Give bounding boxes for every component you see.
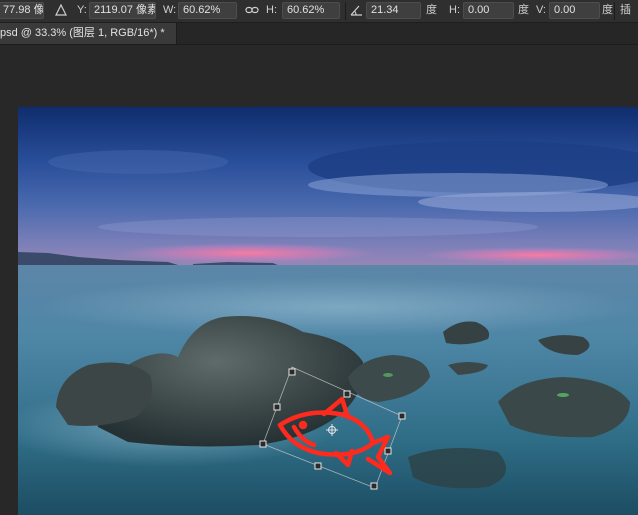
height-field[interactable]: 60.62% (282, 2, 340, 19)
reference-point-triangle-icon[interactable] (55, 4, 67, 16)
skew-v-field[interactable]: 0.00 (549, 2, 600, 19)
skew-h-unit: 度 (518, 4, 529, 16)
skew-h-value: 0.00 (468, 4, 490, 16)
width-label: W: (163, 4, 177, 16)
transform-handle[interactable] (259, 440, 267, 448)
transform-handle[interactable] (370, 482, 378, 490)
chain-link-icon[interactable] (245, 5, 259, 15)
width-value: 60.62% (183, 4, 221, 16)
height-label: H: (266, 4, 277, 16)
y-position-field[interactable]: 2119.07 像素 (89, 2, 156, 19)
x-position-value: 77.98 像素 (3, 4, 44, 16)
angle-unit: 度 (426, 4, 437, 16)
skew-v-value: 0.00 (554, 4, 576, 16)
separator (345, 2, 346, 20)
interpolation-label[interactable]: 插 (620, 3, 631, 18)
separator (614, 2, 615, 20)
transform-handle[interactable] (343, 390, 351, 398)
document-tab[interactable]: psd @ 33.3% (图层 1, RGB/16*) * (0, 23, 177, 44)
options-bar: 77.98 像素 Y: 2119.07 像素 W: 60.62% H: 60.6… (0, 0, 638, 23)
skew-v-label: V: (536, 4, 546, 16)
transform-handle[interactable] (314, 462, 322, 470)
skew-h-label: H: (449, 4, 460, 16)
transform-handle[interactable] (273, 403, 281, 411)
canvas-image[interactable] (18, 107, 638, 515)
rotate-angle-field[interactable]: 21.34 (366, 2, 421, 19)
skew-v-unit: 度 (602, 4, 613, 16)
y-position-value: 2119.07 像素 (94, 4, 156, 16)
y-label: Y: (77, 4, 87, 16)
sunset-glow (118, 243, 378, 263)
transform-handle[interactable] (398, 412, 406, 420)
skew-h-field[interactable]: 0.00 (463, 2, 514, 19)
transform-handle[interactable] (384, 447, 392, 455)
height-value: 60.62% (287, 4, 325, 16)
transform-handle[interactable] (288, 368, 296, 376)
x-position-field[interactable]: 77.98 像素 (0, 2, 44, 19)
rotate-angle-icon[interactable] (350, 4, 363, 16)
document-tab-title: psd @ 33.3% (图层 1, RGB/16*) * (0, 27, 165, 39)
width-field[interactable]: 60.62% (178, 2, 237, 19)
rotate-angle-value: 21.34 (371, 4, 399, 16)
mist (38, 277, 638, 337)
document-tab-bar: psd @ 33.3% (图层 1, RGB/16*) * (0, 23, 638, 45)
